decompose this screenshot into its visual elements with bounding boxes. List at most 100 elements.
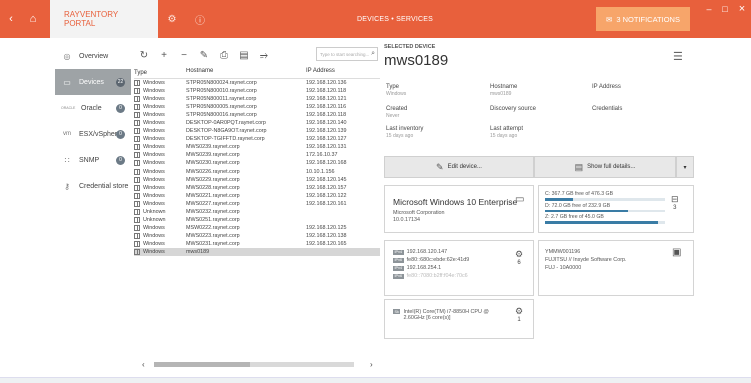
network-count: 6 <box>517 260 521 266</box>
column-header-hostname[interactable]: Hostname <box>186 68 306 78</box>
notifications-button[interactable]: ✉ 3 NOTIFICATIONS <box>596 7 690 31</box>
info-icon[interactable]: ⓘ <box>186 12 214 27</box>
type-cell: Windows <box>134 249 186 255</box>
device-table: Type Hostname IP Address Windows STPR05N8… <box>134 68 380 257</box>
hostname-cell: MWS0230.raynet.corp <box>186 160 240 167</box>
maximize-button[interactable]: □ <box>716 0 734 18</box>
table-row[interactable]: Windows MSW0222.raynet.corp 192.168.120.12… <box>134 224 380 232</box>
edit-device-button[interactable]: ✎ Edit device... <box>384 156 534 178</box>
horizontal-scrollbar[interactable]: ‹ › <box>134 359 380 369</box>
remove-icon[interactable]: − <box>174 50 194 61</box>
hostname-cell: DESKTOP-TGIFFTD.raynet.corp <box>186 136 265 143</box>
type-cell: Windows <box>134 128 186 135</box>
type-text: Unknown <box>143 216 166 223</box>
table-row[interactable]: Windows MWS0228.raynet.corp 192.168.120.15… <box>134 184 380 192</box>
ip-cell: 192.168.120.139 <box>306 128 347 135</box>
add-icon[interactable]: + <box>154 50 174 61</box>
table-row[interactable]: Windows MWS0230.raynet.corp 192.168.120.16… <box>134 159 380 167</box>
table-row[interactable]: Windows MWS0239.raynet.corp 172.16.10.37 <box>134 151 380 159</box>
more-dropdown-button[interactable]: ▾ <box>676 156 694 178</box>
home-icon[interactable]: ⌂ <box>22 0 44 38</box>
ip-cell: 192.168.120.131 <box>306 144 347 151</box>
ip-cell: 192.168.120.157 <box>306 184 347 191</box>
hostname-label: Hostname <box>490 84 518 90</box>
table-row[interactable]: Windows STPR05N800024.raynet.corp 192.168.… <box>134 79 380 87</box>
share-icon[interactable]: ⭌ <box>254 50 274 61</box>
sidebar-item-devices[interactable]: ▭ Devices 22 <box>55 69 131 95</box>
last-inventory-label: Last inventory <box>386 126 424 132</box>
table-row[interactable]: Windows STPR05N800005.raynet.corp 192.168.… <box>134 103 380 111</box>
back-icon[interactable]: ‹ <box>0 0 22 38</box>
table-row[interactable]: Windows MWS0226.raynet.corp 10.10.1.156 <box>134 168 380 176</box>
table-row[interactable]: Windows mws0189 <box>134 247 380 257</box>
ip-cell: 192.168.120.127 <box>306 136 347 143</box>
hostname-cell: MSW0222.raynet.corp <box>186 224 240 231</box>
disk-card[interactable]: C: 367.7 GB free of 476.3 GB D: 72.0 GB f… <box>538 185 694 233</box>
settings-icon[interactable]: ⚙ <box>158 14 186 25</box>
sidebar-item-esx[interactable]: vm ESX/vSphere 0 <box>55 121 131 147</box>
type-text: Windows <box>143 224 165 231</box>
table-row[interactable]: Windows MWS0221.raynet.corp 192.168.120.12… <box>134 192 380 200</box>
search-placeholder: Type to start searching... <box>320 51 370 57</box>
edit-icon[interactable]: ✎ <box>194 50 214 61</box>
last-attempt-label: Last attempt <box>490 126 524 132</box>
app-tab[interactable]: RAYVENTORY PORTAL <box>50 0 158 38</box>
unknown-device-icon <box>134 216 140 223</box>
edit-device-label: Edit device... <box>447 164 482 170</box>
table-row[interactable]: Windows DESKTOP-TGIFFTD.raynet.corp 192.16… <box>134 135 380 143</box>
table-row[interactable]: Unknown MWS0232.raynet.corp <box>134 208 380 216</box>
type-text: Windows <box>143 152 165 159</box>
hostname-cell: MWS0227.raynet.corp <box>186 200 240 207</box>
device-name: mws0189 <box>384 52 449 69</box>
sidebar-item-oracle[interactable]: ORACLE Oracle 0 <box>55 95 131 121</box>
table-row[interactable]: Windows DESKTOP-N8GA9OT.raynet.corp 192.16… <box>134 127 380 135</box>
os-card[interactable]: Microsoft Windows 10 Enterprise Microsof… <box>384 185 534 233</box>
table-row[interactable]: Windows STPR05N800011.raynet.corp 192.168.… <box>134 95 380 103</box>
cpu-card[interactable]: Sk Intel(R) Core(TM) i7-8850H CPU @2.60G… <box>384 299 534 339</box>
type-cell: Unknown <box>134 216 186 223</box>
table-row[interactable]: Windows MWS0227.raynet.corp 192.168.120.16… <box>134 200 380 208</box>
detail-actions: ✎ Edit device... ▤ Show full details... ▾ <box>384 156 694 178</box>
table-row[interactable]: Windows DESKTOP-0AR0PQT.raynet.corp 192.16… <box>134 119 380 127</box>
show-full-details-button[interactable]: ▤ Show full details... <box>534 156 676 178</box>
column-header-ip[interactable]: IP Address <box>306 68 380 78</box>
type-text: Unknown <box>143 208 166 215</box>
search-input[interactable]: Type to start searching... ⌕ <box>316 47 378 61</box>
sidebar-item-label: SNMP <box>79 156 100 164</box>
refresh-icon[interactable]: ↻ <box>134 50 154 61</box>
table-row[interactable]: Windows MWS0223.raynet.corp 192.168.120.13… <box>134 232 380 240</box>
app-name: RAYVENTORY PORTAL <box>64 10 119 28</box>
column-header-type[interactable]: Type <box>134 68 186 78</box>
sidebar-item-credential-store[interactable]: ⚷ Credential store <box>55 173 131 199</box>
ip-label: IP Address <box>592 84 621 90</box>
close-button[interactable]: × <box>733 0 751 18</box>
type-text: Windows <box>143 200 165 207</box>
ip-version-tag: IPv4 <box>393 249 404 255</box>
scroll-right-icon[interactable]: › <box>370 360 373 369</box>
table-row[interactable]: Windows STPR05N800016.raynet.corp 192.168.… <box>134 111 380 119</box>
table-row[interactable]: Windows MWS0239.raynet.corp 192.168.120.13… <box>134 143 380 151</box>
windows-icon <box>134 168 140 175</box>
scroll-left-icon[interactable]: ‹ <box>142 360 145 369</box>
sidebar-item-overview[interactable]: ◎ Overview <box>55 43 131 69</box>
table-row[interactable]: Unknown MWS0251.raynet.corp <box>134 216 380 224</box>
bios-card[interactable]: YMMW001196 FUJITSU // Insyde Software Co… <box>538 240 694 296</box>
sidebar-item-snmp[interactable]: ∷ SNMP 0 <box>55 147 131 173</box>
table-row[interactable]: Windows MWS0231.raynet.corp 192.168.120.16… <box>134 240 380 248</box>
print-icon[interactable]: ⎙ <box>214 50 234 61</box>
table-body: Windows STPR05N800024.raynet.corp 192.168.… <box>134 79 380 257</box>
network-card[interactable]: IPv4 192.168.120.147 IPv6 fe80::680c:ebde:6… <box>384 240 534 296</box>
type-text: Windows <box>143 176 165 183</box>
scroll-thumb[interactable] <box>154 361 250 367</box>
table-row[interactable]: Windows STPR05N800010.raynet.corp 192.168.… <box>134 87 380 95</box>
hostname-cell: STPR05N800005.raynet.corp <box>186 104 257 111</box>
menu-icon[interactable]: ☰ <box>673 50 683 63</box>
details-icon: ▤ <box>574 161 584 172</box>
bios-serial: YMMW001196 <box>545 249 581 255</box>
export-icon[interactable]: ▤ <box>234 50 254 61</box>
disk-text: Z: 2.7 GB free of 45.0 GB <box>545 214 604 220</box>
type-text: Windows <box>143 120 165 127</box>
table-row[interactable]: Windows MWS0229.raynet.corp 192.168.120.14… <box>134 176 380 184</box>
ip-cell: 192.168.120.138 <box>306 232 347 239</box>
ip-cell: 192.168.120.136 <box>306 80 347 87</box>
